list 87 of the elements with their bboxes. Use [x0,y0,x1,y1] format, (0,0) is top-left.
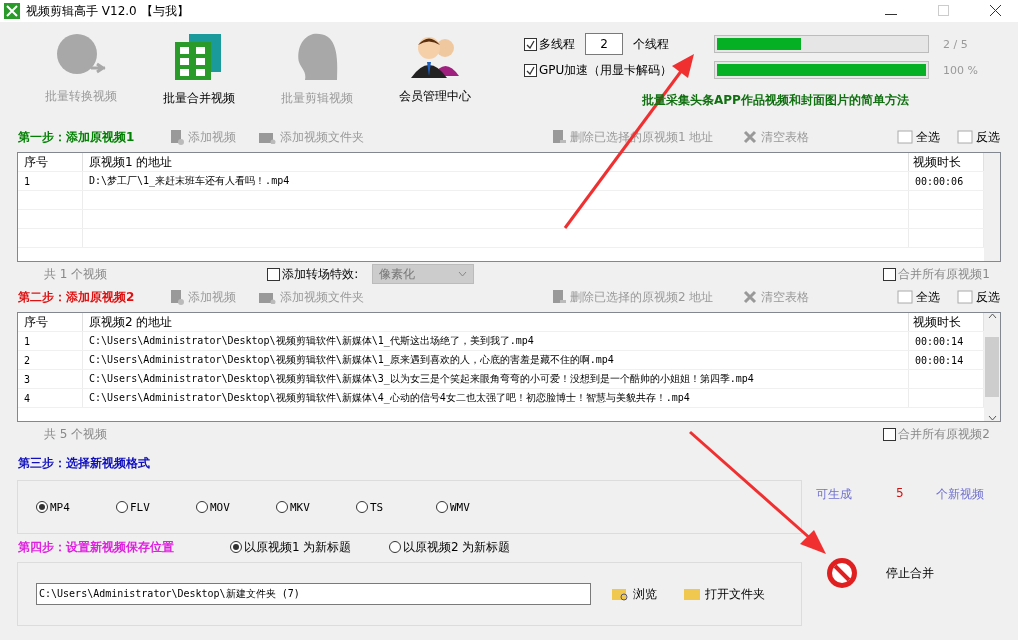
summary-count: 5 [896,486,905,502]
radio-button[interactable] [356,501,368,513]
merge-all-label: 合并所有原视频1 [898,265,990,283]
step-title: 第二步：添加原视频2 [18,288,136,306]
close-icon [743,290,758,304]
browse-button[interactable]: 浏览 [611,585,657,603]
step-title: 第三步：选择新视频格式 [18,454,150,472]
step-title: 第一步：添加原视频1 [18,128,136,146]
prohibited-icon [826,557,858,589]
scroll-up-icon[interactable] [987,313,997,319]
column-header: 序号 [18,153,83,171]
table-cell: C:\Users\Administrator\Desktop\视频剪辑软件\新媒体\1_原来遇到喜欢的人，心底的害羞是藏不住的啊.mp4 [83,351,909,369]
folder-add-icon [258,130,276,144]
table-cell: 1 [18,172,83,190]
open-folder-button[interactable]: 打开文件夹 [683,585,765,603]
table-cell: C:\Users\Administrator\Desktop\视频剪辑软件\新媒体\1_代斯这出场绝了，美到我了.mp4 [83,332,909,350]
radio-button[interactable] [230,541,242,553]
column-header: 原视频1 的地址 [83,153,909,171]
scroll-down-icon[interactable] [987,415,997,421]
naming-option-label: 以原视频2 为新标题 [403,538,511,556]
radio-button[interactable] [389,541,401,553]
radio-button[interactable] [276,501,288,513]
folder-add-icon [258,290,276,304]
step-title: 第四步：设置新视频保存位置 [18,538,175,556]
progress-reading: 100 % [943,63,979,77]
video-count: 共 1 个视频 [44,265,108,283]
table-cell: 4 [18,389,83,407]
invert-selection-button[interactable]: 反选 [956,128,1000,146]
format-option-label: MOV [210,500,230,514]
thread-count-field[interactable]: 2 [585,33,623,55]
table-cell: D:\梦工厂\1_来赶末班车还有人看吗！.mp4 [83,172,909,190]
progress-reading: 2 / 5 [943,37,969,51]
radio-button[interactable] [436,501,448,513]
table-cell: 3 [18,370,83,388]
document-icon [956,290,974,304]
checkbox[interactable] [883,267,897,281]
format-option-label: TS [370,500,384,514]
multithread-label: 多线程 [539,35,575,53]
minimize-icon[interactable] [885,14,897,16]
app-logo-icon [4,3,20,19]
toolbar-button[interactable]: 批量合并视频 [140,28,258,118]
toolbar-button[interactable]: 会员管理中心 [376,28,494,118]
document-add-icon [170,129,184,145]
checkbox[interactable] [524,63,537,77]
close-icon [743,130,758,144]
document-remove-icon [552,129,566,145]
invert-selection-button[interactable]: 反选 [956,288,1000,306]
summary-label: 个新视频 [936,486,984,503]
caret-icon [458,271,468,277]
transition-dropdown[interactable]: 像素化 [372,264,475,284]
radio-button[interactable] [196,501,208,513]
format-option-label: MP4 [50,500,70,514]
checkbox[interactable] [267,267,281,281]
output-path-field[interactable]: C:\Users\Administrator\Desktop\新建文件夹 (7) [36,583,591,605]
column-header: 序号 [18,313,83,331]
document-icon [956,130,974,144]
checkbox[interactable] [524,37,537,51]
folder-search-icon [611,587,629,601]
format-option-label: MKV [290,500,310,514]
video-count: 共 5 个视频 [44,425,108,443]
format-option-label: WMV [450,500,470,514]
radio-button[interactable] [116,501,128,513]
select-all-button[interactable]: 全选 [896,128,940,146]
table-cell: C:\Users\Administrator\Desktop\视频剪辑软件\新媒体\4_心动的信号4女二也太强了吧！初恋脸博士！智慧与美貌共存！.mp4 [83,389,909,407]
format-option-label: FLV [130,500,150,514]
window-title: 视频剪辑高手 V12.0 【与我】 [26,2,190,20]
summary-label: 可生成 [816,486,853,503]
gpu-label: GPU加速（用显卡解码） [539,61,673,79]
select-all-button[interactable]: 全选 [896,288,940,306]
merge-all-label: 合并所有原视频2 [898,425,990,443]
scrollbar[interactable] [984,313,1000,421]
document-remove-icon [552,289,566,305]
stop-merge-button[interactable]: 停止合并 [826,557,1018,589]
thread-unit-label: 个线程 [633,35,669,53]
transition-label: 添加转场特效: [282,265,359,283]
table-cell: 1 [18,332,83,350]
close-icon[interactable] [989,5,1001,16]
checkbox[interactable] [883,427,897,441]
document-add-icon [170,289,184,305]
table-cell: C:\Users\Administrator\Desktop\视频剪辑软件\新媒体\3_以为女三是个笑起来眼角弯弯的小可爱！没想到是一个酷帅的小姐姐！第四季.mp4 [83,370,909,388]
naming-option-label: 以原视频1 为新标题 [244,538,352,556]
table-cell: 2 [18,351,83,369]
radio-button[interactable] [36,501,48,513]
document-icon [896,130,914,144]
document-icon [896,290,914,304]
column-header: 原视频2 的地址 [83,313,909,331]
folder-icon [683,587,701,601]
